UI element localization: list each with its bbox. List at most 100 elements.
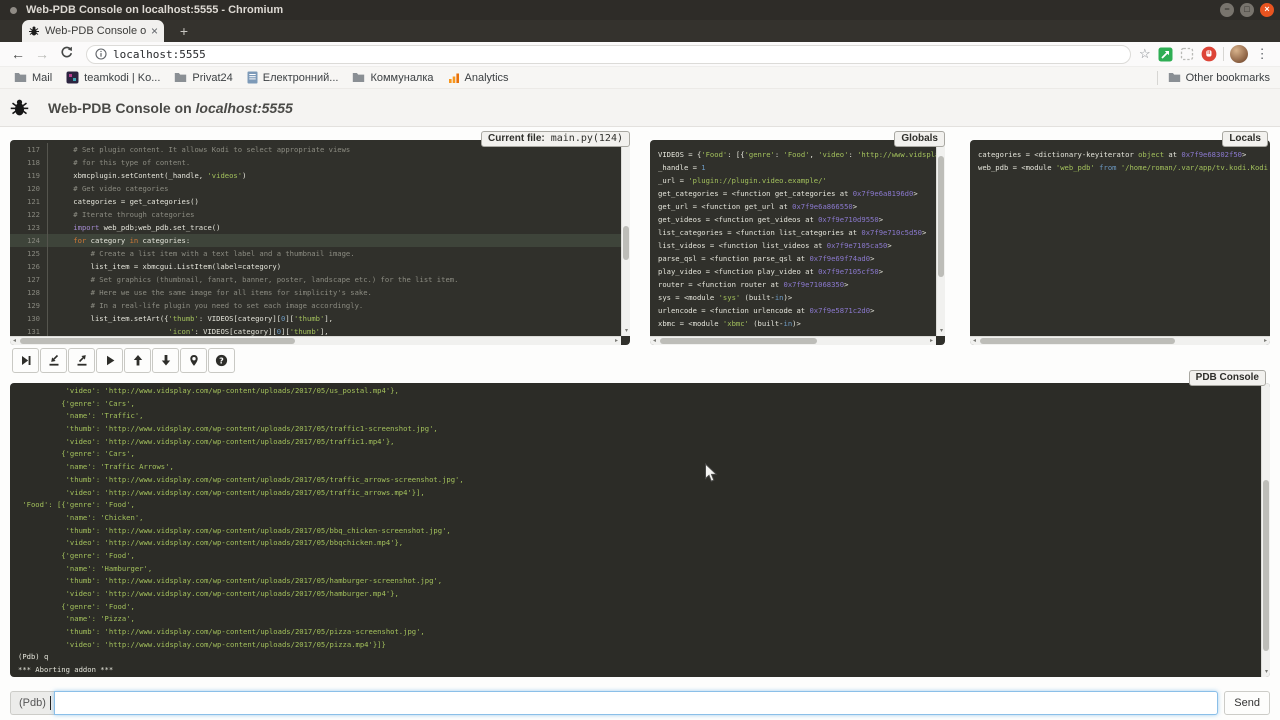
globals-line: _handle = 1	[658, 161, 936, 174]
scroll-down-arrow[interactable]: ▾	[622, 327, 630, 336]
scrollbar-thumb[interactable]	[660, 338, 817, 344]
bookmark-star-icon[interactable]: ☆	[1139, 46, 1151, 62]
help-icon: ?	[215, 354, 228, 367]
console-line: 'video': 'http://www.vidsplay.com/wp-con…	[18, 639, 1261, 652]
window-close-button[interactable]: ×	[1260, 3, 1274, 17]
line-number: 120	[10, 182, 48, 195]
folder-icon	[14, 72, 27, 83]
analytics-bars-icon	[448, 72, 460, 84]
reload-button[interactable]	[54, 46, 78, 62]
globals-line: _url = 'plugin://plugin.video.example/'	[658, 174, 936, 187]
extension-green-arrow-icon[interactable]	[1158, 47, 1173, 62]
globals-label: Globals	[894, 131, 945, 147]
next-button[interactable]	[12, 348, 39, 373]
back-button[interactable]: ←	[6, 46, 30, 62]
toolbar-separator	[1223, 47, 1224, 61]
scrollbar-thumb[interactable]	[623, 226, 629, 259]
code-lines: 117 # Set plugin content. It allows Kodi…	[10, 140, 621, 336]
pdb-console-panel: 'video': 'http://www.vidsplay.com/wp-con…	[10, 383, 1270, 677]
locals-line: categories = <dictionary-keyiterator obj…	[978, 148, 1270, 161]
extension-adblock-hand-icon[interactable]	[1201, 46, 1217, 62]
pdb-command-input[interactable]	[54, 691, 1218, 715]
globals-line: get_videos = <function get_videos at 0x7…	[658, 213, 936, 226]
help-button[interactable]: ?	[208, 348, 235, 373]
code-line: 120 # Get video categories	[10, 182, 621, 195]
map-marker-icon	[188, 354, 200, 367]
window-maximize-button[interactable]: □	[1240, 3, 1254, 17]
bookmark-mail[interactable]: Mail	[14, 72, 52, 84]
window-icon	[10, 7, 17, 14]
url-text: localhost:5555	[113, 48, 206, 61]
scrollbar-thumb[interactable]	[1263, 480, 1269, 651]
scrollbar-thumb[interactable]	[980, 338, 1175, 344]
bookmark-analytics[interactable]: Analytics	[448, 72, 509, 84]
up-button[interactable]	[124, 348, 151, 373]
line-number: 127	[10, 273, 48, 286]
continue-button[interactable]	[96, 348, 123, 373]
code-horizontal-scrollbar[interactable]: ◂ ▸	[10, 336, 621, 345]
mouse-cursor	[704, 463, 718, 483]
console-line: 'thumb': 'http://www.vidsplay.com/wp-con…	[18, 423, 1261, 436]
locals-horizontal-scrollbar[interactable]: ◂ ▸	[970, 336, 1270, 345]
console-line: 'video': 'http://www.vidsplay.com/wp-con…	[18, 487, 1261, 500]
globals-vertical-scrollbar[interactable]: ▾	[936, 140, 945, 336]
address-bar[interactable]: localhost:5555	[86, 45, 1131, 64]
scroll-left-arrow[interactable]: ◂	[10, 337, 19, 345]
scroll-left-arrow[interactable]: ◂	[970, 337, 979, 345]
forward-button[interactable]: →	[30, 46, 54, 62]
line-number: 130	[10, 312, 48, 325]
page-info-icon[interactable]	[95, 48, 107, 60]
bookmark-privat24[interactable]: Privat24	[174, 72, 232, 84]
scroll-right-arrow[interactable]: ▸	[927, 337, 936, 345]
arrow-down-icon	[160, 354, 172, 367]
line-number: 117	[10, 143, 48, 156]
scroll-down-arrow[interactable]: ▾	[1262, 668, 1270, 677]
new-tab-button[interactable]: +	[172, 23, 196, 40]
code-vertical-scrollbar[interactable]: ▴ ▾	[621, 140, 630, 336]
code-line: 127 # Set graphics (thumbnail, fanart, b…	[10, 273, 621, 286]
browser-tab[interactable]: Web-PDB Console on loca ×	[22, 20, 164, 42]
console-line: 'thumb': 'http://www.vidsplay.com/wp-con…	[18, 474, 1261, 487]
window-title: Web-PDB Console on localhost:5555 - Chro…	[26, 4, 283, 16]
console-vertical-scrollbar[interactable]: ▾	[1261, 383, 1270, 677]
extension-dashed-square-icon[interactable]	[1180, 47, 1194, 61]
step-into-icon	[48, 354, 60, 367]
document-icon	[247, 71, 258, 84]
code-line: 130 list_item.setArt({'thumb': VIDEOS[ca…	[10, 312, 621, 325]
code-line: 124 for category in categories:	[10, 234, 621, 247]
tab-close-icon[interactable]: ×	[151, 24, 158, 38]
globals-line: router = <function router at 0x7f9e71068…	[658, 278, 936, 291]
scroll-right-arrow[interactable]: ▸	[612, 337, 621, 345]
code-line: 119 xbmcplugin.setContent(_handle, 'vide…	[10, 169, 621, 182]
profile-avatar[interactable]	[1230, 45, 1248, 63]
other-bookmarks-button[interactable]: Other bookmarks	[1168, 72, 1270, 84]
code-line: 126 list_item = xbmcgui.ListItem(label=c…	[10, 260, 621, 273]
svg-text:?: ?	[219, 356, 224, 365]
window-minimize-button[interactable]: −	[1220, 3, 1234, 17]
scrollbar-thumb[interactable]	[938, 156, 944, 278]
down-button[interactable]	[152, 348, 179, 373]
step-button[interactable]	[40, 348, 67, 373]
page-title: Web-PDB Console on localhost:5555	[48, 100, 293, 116]
bookmark-elektronniy[interactable]: Електронний...	[247, 71, 339, 84]
code-line: 118 # for this type of content.	[10, 156, 621, 169]
bookmark-kommunalka[interactable]: Коммуналка	[352, 72, 433, 84]
line-number: 129	[10, 299, 48, 312]
reload-icon	[60, 46, 73, 59]
scroll-right-arrow[interactable]: ▸	[1261, 337, 1270, 345]
send-button[interactable]: Send	[1224, 691, 1270, 715]
where-button[interactable]	[180, 348, 207, 373]
scroll-down-arrow[interactable]: ▾	[937, 327, 945, 336]
folder-icon	[1168, 72, 1181, 83]
globals-horizontal-scrollbar[interactable]: ◂ ▸	[650, 336, 936, 345]
locals-panel: categories = <dictionary-keyiterator obj…	[970, 140, 1270, 345]
console-line: 'video': 'http://www.vidsplay.com/wp-con…	[18, 436, 1261, 449]
scrollbar-thumb[interactable]	[20, 338, 295, 344]
kodi-favicon-icon	[66, 71, 79, 84]
browser-menu-icon[interactable]: ⋮	[1256, 46, 1269, 62]
console-line: {'genre': 'Cars',	[18, 448, 1261, 461]
bookmark-teamkodi[interactable]: teamkodi | Ko...	[66, 71, 160, 84]
scroll-left-arrow[interactable]: ◂	[650, 337, 659, 345]
play-icon	[104, 354, 116, 367]
return-button[interactable]	[68, 348, 95, 373]
